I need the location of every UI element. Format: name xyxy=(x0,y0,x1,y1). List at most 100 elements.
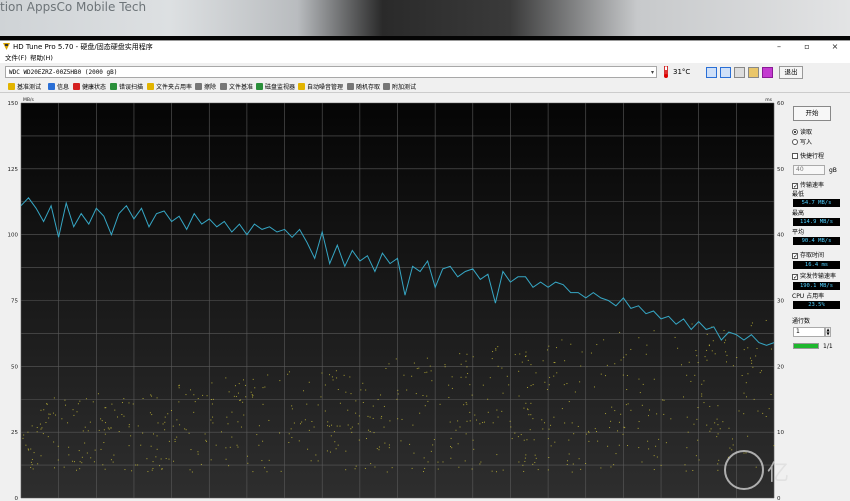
passes-input[interactable]: 1 xyxy=(793,327,825,337)
access-time-point xyxy=(82,430,84,432)
copy-icon[interactable] xyxy=(706,67,717,78)
access-time-point xyxy=(542,360,544,362)
access-time-point xyxy=(708,344,710,346)
access-time-point xyxy=(492,422,494,424)
read-radio[interactable]: 读取 xyxy=(792,128,812,137)
tab-folder-usage[interactable]: 文件夹占用率 xyxy=(147,82,192,93)
access-time-point xyxy=(225,458,227,460)
access-time-point xyxy=(329,374,331,376)
access-time-point xyxy=(472,356,474,358)
access-time-point xyxy=(424,405,426,407)
tab-health[interactable]: 健康状态 xyxy=(73,82,106,93)
access-time-point xyxy=(725,351,727,353)
start-button[interactable]: 开始 xyxy=(793,106,831,121)
access-time-point xyxy=(751,360,753,362)
access-time-point xyxy=(547,438,549,440)
copy-all-icon[interactable] xyxy=(720,67,731,78)
access-time-point xyxy=(149,412,151,414)
access-time-point xyxy=(472,439,474,441)
access-time-point xyxy=(360,389,362,391)
access-time-point xyxy=(79,400,81,402)
access-time-point xyxy=(349,376,351,378)
access-time-point xyxy=(179,424,181,426)
access-time-point xyxy=(491,358,493,360)
transfer-rate-checkbox[interactable]: ✓ 传输速率 xyxy=(792,181,824,190)
access-time-point xyxy=(706,359,708,361)
tab-disk-monitor[interactable]: 磁盘监视器 xyxy=(256,82,295,93)
maximize-button[interactable]: ▫ xyxy=(796,41,818,53)
access-time-point xyxy=(442,461,444,463)
access-time-point xyxy=(113,454,115,456)
exit-button[interactable]: 退出 xyxy=(779,66,803,79)
write-radio[interactable]: 写入 xyxy=(792,138,812,147)
access-time-point xyxy=(637,427,639,429)
access-time-point xyxy=(236,444,238,446)
access-time-point xyxy=(86,452,88,454)
access-time-point xyxy=(378,446,380,448)
access-time-point xyxy=(211,403,213,405)
access-time-point xyxy=(547,469,549,471)
tab-info[interactable]: 信息 xyxy=(48,82,69,93)
minimize-button[interactable]: – xyxy=(768,41,790,53)
access-time-point xyxy=(492,351,494,353)
access-time-point xyxy=(351,426,353,428)
access-time-point xyxy=(518,461,520,463)
y-left-tick-label: 150 xyxy=(8,101,19,107)
tab-noise-management[interactable]: 自动噪音管理 xyxy=(298,82,343,93)
short-stroke-input[interactable]: 40 xyxy=(793,165,825,175)
camera-icon[interactable] xyxy=(734,67,745,78)
access-time-point xyxy=(156,448,158,450)
access-time-point xyxy=(164,429,166,431)
tab-error-scan[interactable]: 错误扫描 xyxy=(110,82,143,93)
tab-erase[interactable]: 擦除 xyxy=(195,82,216,93)
access-time-point xyxy=(310,460,312,462)
access-time-point xyxy=(184,428,186,430)
access-time-point xyxy=(397,418,399,420)
access-time-point xyxy=(240,399,242,401)
access-time-point xyxy=(128,424,130,426)
burst-label: 突发传输速率 xyxy=(800,273,837,280)
access-time-point xyxy=(561,408,563,410)
tab-random-access[interactable]: 随机存取 xyxy=(347,82,380,93)
access-time-point xyxy=(85,398,87,400)
avg-label: 平均 xyxy=(792,229,805,236)
access-time-point xyxy=(231,411,233,413)
access-time-point xyxy=(343,374,345,376)
access-time-point xyxy=(157,422,159,424)
access-time-point xyxy=(239,399,241,401)
access-time-point xyxy=(52,412,54,414)
short-stroke-checkbox[interactable]: 快捷行程 xyxy=(792,152,824,161)
download-icon[interactable] xyxy=(762,67,773,78)
access-time-point xyxy=(622,374,624,376)
access-time-point xyxy=(566,460,568,462)
checkbox-checked-icon: ✓ xyxy=(792,183,799,190)
options-icon[interactable] xyxy=(748,67,759,78)
tab-extra-tests[interactable]: 附加测试 xyxy=(383,82,416,93)
access-time-point xyxy=(36,431,38,433)
burst-rate-checkbox[interactable]: ✓ 突发传输速率 xyxy=(792,272,836,281)
menu-help[interactable]: 帮助(H) xyxy=(30,53,53,63)
monitor-icon xyxy=(256,83,263,90)
access-time-point xyxy=(568,453,570,455)
access-time-point xyxy=(142,397,144,399)
access-time-point xyxy=(597,440,599,442)
access-time-point xyxy=(31,458,33,460)
access-time-point xyxy=(471,394,473,396)
access-time-point xyxy=(674,336,676,338)
passes-spinner[interactable]: ▲ ▼ xyxy=(825,327,831,337)
tab-benchmark[interactable]: 基准测试 xyxy=(8,82,41,93)
device-select[interactable]: WDC WD20EZRZ-00Z5HB0 (2000 gB) ▾ xyxy=(5,66,657,78)
access-time-point xyxy=(647,440,649,442)
access-time-checkbox[interactable]: ✓ 存取时间 xyxy=(792,251,824,260)
tab-file-benchmark[interactable]: 文件基准 xyxy=(220,82,253,93)
access-time-point xyxy=(495,349,497,351)
menu-file[interactable]: 文件(F) xyxy=(5,53,27,63)
access-time-point xyxy=(729,447,731,449)
access-time-point xyxy=(354,468,356,470)
close-button[interactable]: × xyxy=(824,41,846,53)
watermark-logo-icon xyxy=(724,450,764,490)
access-time-point xyxy=(176,419,178,421)
access-time-point xyxy=(243,379,245,381)
access-time-point xyxy=(365,389,367,391)
access-time-point xyxy=(422,395,424,397)
